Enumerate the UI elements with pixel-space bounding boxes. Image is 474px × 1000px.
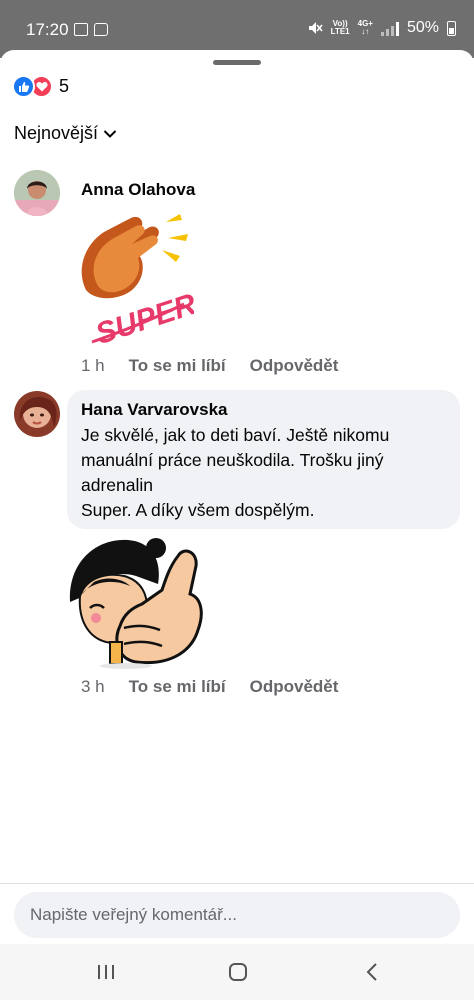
comment-author[interactable]: Hana Varvarovska <box>81 400 446 420</box>
reply-button[interactable]: Odpovědět <box>250 356 339 376</box>
comment-input-placeholder: Napište veřejný komentář... <box>30 905 237 924</box>
status-right: Vo)) LTE1 4G+ ↓↑ 50% <box>307 19 456 37</box>
avatar[interactable] <box>14 391 60 437</box>
comment-bubble[interactable]: Hana Varvarovska Je skvělé, jak to deti … <box>67 390 460 529</box>
4g-indicator: 4G+ ↓↑ <box>357 19 373 36</box>
comment-text: Je skvělé, jak to deti baví. Ještě nikom… <box>81 425 390 520</box>
like-icon <box>12 75 35 98</box>
volte-indicator: Vo)) LTE1 <box>330 19 350 36</box>
battery-percent: 50% <box>406 19 439 36</box>
sort-dropdown[interactable]: Nejnovější <box>14 123 117 144</box>
mute-icon <box>308 22 323 34</box>
avatar[interactable] <box>14 170 60 216</box>
comment-actions: 1 h To se mi líbí Odpovědět <box>81 356 362 376</box>
comment-author[interactable]: Anna Olahova <box>81 180 195 200</box>
gallery-icon <box>74 23 88 36</box>
chevron-down-icon <box>103 129 117 138</box>
thumbs-up-sticker <box>66 532 206 670</box>
drag-handle[interactable] <box>213 60 261 65</box>
recent-apps-icon[interactable] <box>90 958 122 986</box>
divider <box>0 883 474 884</box>
like-button[interactable]: To se mi líbí <box>129 677 226 697</box>
comment-input[interactable]: Napište veřejný komentář... <box>14 892 460 938</box>
sort-label: Nejnovější <box>14 123 99 143</box>
clock: 17:20 <box>26 20 69 39</box>
reply-button[interactable]: Odpovědět <box>250 677 339 697</box>
back-icon[interactable] <box>356 958 388 986</box>
reactions-summary[interactable]: 5 <box>12 75 69 98</box>
battery-icon <box>447 20 456 36</box>
android-nav-bar <box>0 944 474 1000</box>
comments-sheet: 5 Nejnovější Anna Olahova SUPER! 1 h To … <box>0 50 474 1000</box>
reaction-count: 5 <box>59 76 70 96</box>
message-icon <box>94 23 108 36</box>
comment-actions: 3 h To se mi líbí Odpovědět <box>81 677 362 697</box>
comment-time: 1 h <box>81 356 105 375</box>
notification-icons <box>74 23 108 36</box>
signal-icon <box>380 21 399 36</box>
comment-time: 3 h <box>81 677 105 696</box>
super-sticker: SUPER! <box>76 210 210 351</box>
like-button[interactable]: To se mi líbí <box>129 356 226 376</box>
home-icon[interactable] <box>222 958 254 986</box>
